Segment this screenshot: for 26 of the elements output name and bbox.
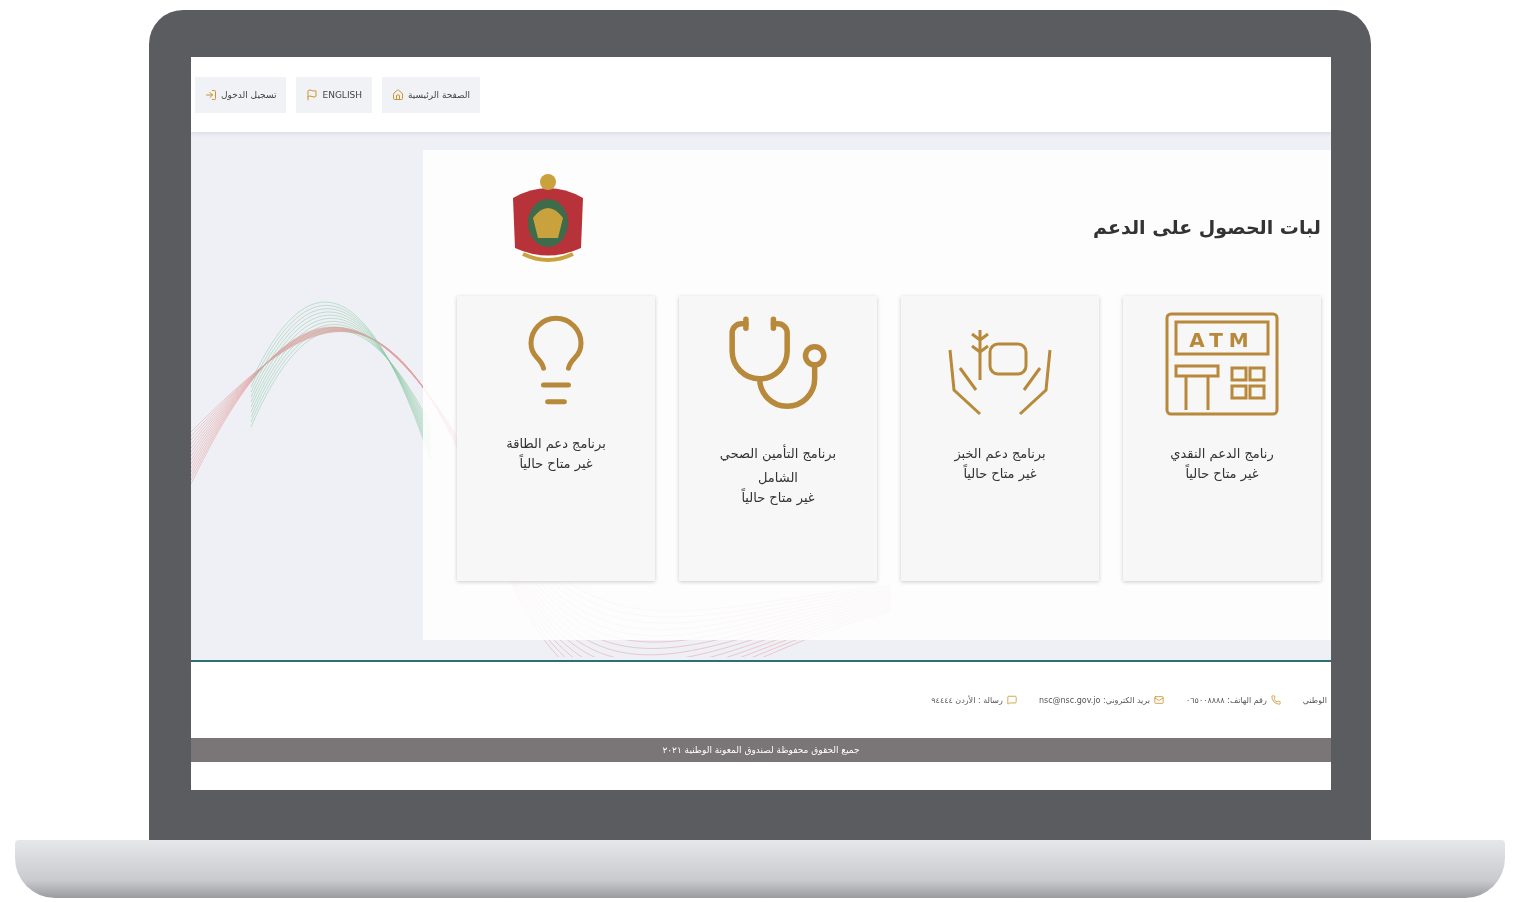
phone-icon	[1270, 695, 1281, 705]
page-title: لبات الحصول على الدعم	[1093, 216, 1321, 238]
nav-button[interactable]: الصفحة الرئيسية	[382, 76, 481, 113]
contact-text: رقم الهاتف: ٠٦٥٠٠٨٨٨٨	[1186, 695, 1267, 705]
flag-icon	[306, 88, 319, 101]
contact-text: بريد الكتروني: nsc@nsc.gov.jo	[1038, 695, 1150, 705]
login-icon	[205, 88, 217, 101]
card-title: برنامج التأمين الصحي الشامل	[718, 443, 838, 487]
contact-text: رسالة : الأردن ٩٤٤٤٤	[931, 695, 1003, 705]
program-card[interactable]: برنامج دعم الطاقة غير متاح حالياً	[457, 296, 655, 581]
card-status: غير متاح حالياً	[1185, 466, 1259, 481]
mail-icon	[1154, 695, 1164, 705]
nav-button[interactable]: تسجيل الدخول	[195, 76, 287, 113]
message-icon	[1006, 695, 1017, 705]
card-status: غير متاح حالياً	[741, 490, 815, 505]
copyright-bar: جميع الحقوق محفوظة لصندوق المعونة الوطنية ٢٠٢١	[191, 738, 1331, 762]
card-status: غير متاح حالياً	[519, 456, 593, 471]
program-card[interactable]: برنامج التأمين الصحي الشامل غير متاح حالياً	[679, 296, 877, 581]
contact-text: الوطني	[1302, 695, 1327, 705]
nav-button[interactable]: ENGLISH	[296, 76, 372, 113]
card-title: رنامج الدعم النقدي	[1169, 445, 1275, 464]
card-title: برنامج دعم الخبز	[953, 445, 1047, 464]
program-card[interactable]: برنامج دعم الخبز غير متاح حالياً	[901, 296, 1099, 581]
card-title: برنامج دعم الطاقة	[505, 435, 607, 454]
home-icon	[392, 88, 404, 101]
card-status: غير متاح حالياً	[963, 466, 1037, 481]
